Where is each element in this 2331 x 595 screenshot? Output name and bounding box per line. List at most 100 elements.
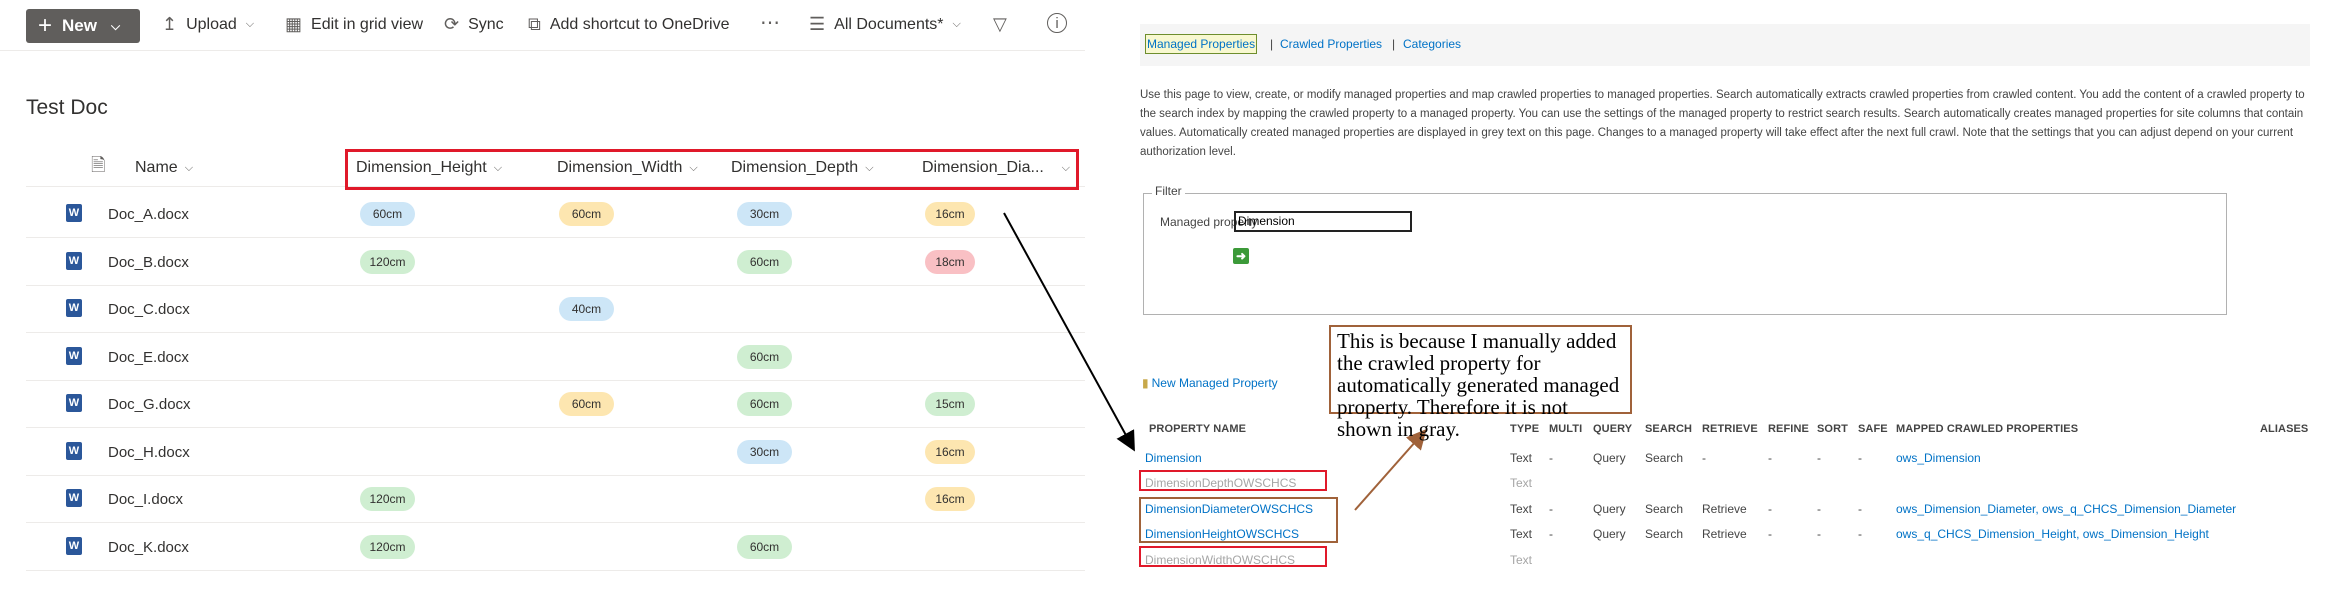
property-type-cell: Text (1510, 502, 1533, 516)
word-file-icon: W (66, 394, 82, 412)
property-type-cell: Text (1510, 527, 1533, 541)
filter-section: Filter Managed property Dimension ➜ (1143, 184, 2227, 315)
property-mapped-cell[interactable]: ows_q_CHCS_Dimension_Height, ows_Dimensi… (1896, 527, 2209, 541)
new-button[interactable]: + New ⌵ (26, 9, 140, 43)
header-safe[interactable]: SAFE (1858, 423, 1888, 435)
file-name[interactable]: Doc_A.docx (108, 206, 189, 223)
tab-categories[interactable]: Categories (1403, 37, 1461, 51)
add-shortcut-label: Add shortcut to OneDrive (549, 15, 730, 33)
upload-label: Upload (186, 15, 237, 33)
property-retrieve-cell: Retrieve (1702, 502, 1747, 516)
header-query[interactable]: QUERY (1593, 423, 1632, 435)
dimension-depth-value: 30cm (737, 202, 792, 226)
filter-icon[interactable]: ▽ (993, 14, 1007, 35)
annotation-callout: This is because I manually added the cra… (1329, 325, 1632, 440)
dimension-depth-value: 30cm (737, 439, 792, 464)
file-name[interactable]: Doc_C.docx (108, 301, 190, 318)
dimension-width-value: 60cm (559, 392, 614, 416)
tab-managed-properties[interactable]: Managed Properties (1145, 34, 1258, 54)
plus-icon: + (38, 12, 53, 39)
property-retrieve-cell: - (1702, 451, 1706, 465)
header-multi[interactable]: MULTI (1549, 423, 1582, 435)
dimension-depth-value: 60cm (737, 249, 792, 274)
view-selector-label: All Documents* (834, 15, 944, 33)
dimension-depth-value: 60cm (737, 344, 792, 369)
chevron-down-icon: ⌵ (184, 161, 194, 174)
highlight-box-red (1139, 546, 1327, 567)
header-retrieve[interactable]: RETRIEVE (1702, 423, 1758, 435)
property-multi-cell: - (1549, 451, 1553, 465)
property-search-cell: Search (1645, 527, 1684, 541)
document-library-panel: + New ⌵ ↥ Upload ⌵ ▦ Edit in grid view ⟳… (0, 0, 1110, 595)
dimension-depth-value: 60cm (737, 392, 792, 416)
header-refine[interactable]: REFINE (1768, 423, 1809, 435)
header-aliases[interactable]: ALIASES (2260, 423, 2308, 435)
header-mapped-crawled-properties[interactable]: MAPPED CRAWLED PROPERTIES (1896, 423, 2078, 435)
managed-property-input[interactable]: Dimension (1234, 211, 1412, 232)
property-name-link[interactable]: Dimension (1145, 451, 1202, 465)
file-name[interactable]: Doc_H.docx (108, 444, 190, 461)
schema-tabs: Managed Properties | Crawled Properties … (1140, 24, 2310, 66)
property-query-cell: Query (1593, 527, 1626, 541)
property-multi-cell: - (1549, 527, 1553, 541)
tab-crawled-properties[interactable]: Crawled Properties (1280, 37, 1382, 51)
go-arrow-icon[interactable]: ➜ (1233, 248, 1249, 264)
file-name[interactable]: Doc_I.docx (108, 491, 183, 508)
edit-grid-view-button[interactable]: ▦ Edit in grid view (285, 14, 423, 35)
dimension-diameter-value: 16cm (925, 439, 975, 464)
tab-separator: | (1392, 37, 1396, 51)
header-property-name[interactable]: PROPERTY NAME (1149, 423, 1246, 435)
column-header-label: Name (135, 159, 178, 176)
info-icon[interactable]: i (1047, 13, 1067, 33)
word-file-icon: W (66, 441, 82, 460)
property-type-cell: Text (1510, 451, 1533, 465)
word-file-icon: W (66, 536, 82, 555)
dimension-diameter-value: 16cm (925, 487, 975, 511)
dimension-diameter-value: 16cm (925, 202, 975, 226)
new-managed-property-link[interactable]: ▮ New Managed Property (1142, 376, 1278, 390)
dimension-diameter-value: 18cm (925, 249, 975, 274)
property-mapped-cell[interactable]: ows_Dimension (1896, 451, 1981, 465)
more-options-icon[interactable]: ⋯ (760, 10, 780, 35)
add-shortcut-button[interactable]: ⧉ Add shortcut to OneDrive (528, 14, 730, 35)
property-type-cell: Text (1510, 476, 1533, 490)
filter-legend: Filter (1152, 184, 1185, 198)
property-safe-cell: - (1858, 502, 1862, 516)
column-header-name[interactable]: Name ⌵ (135, 150, 193, 186)
chevron-down-icon: ⌵ (110, 18, 121, 33)
sync-button[interactable]: ⟳ Sync (444, 14, 504, 35)
file-name[interactable]: Doc_K.docx (108, 539, 189, 556)
file-name[interactable]: Doc_G.docx (108, 396, 191, 413)
file-name[interactable]: Doc_B.docx (108, 254, 189, 271)
dimension-diameter-value: 15cm (925, 392, 975, 416)
dimension-height-value: 120cm (360, 534, 415, 559)
page-description: Use this page to view, create, or modify… (1140, 89, 2305, 158)
property-search-cell: Search (1645, 502, 1684, 516)
header-search[interactable]: SEARCH (1645, 423, 1692, 435)
sync-label: Sync (468, 15, 504, 33)
header-sort[interactable]: SORT (1817, 423, 1848, 435)
upload-icon: ↥ (162, 14, 178, 34)
property-retrieve-cell: Retrieve (1702, 527, 1747, 541)
highlight-box-red (1139, 470, 1327, 491)
new-button-label: New (62, 16, 97, 35)
shortcut-icon: ⧉ (528, 14, 541, 34)
view-selector[interactable]: ☰ All Documents* ⌵ (809, 14, 961, 35)
header-type[interactable]: TYPE (1510, 423, 1539, 435)
word-file-icon: W (66, 346, 82, 365)
dimension-height-value: 120cm (360, 487, 415, 511)
property-safe-cell: - (1858, 451, 1862, 465)
file-name[interactable]: Doc_E.docx (108, 349, 189, 366)
upload-button[interactable]: ↥ Upload ⌵ (162, 14, 254, 35)
dimension-depth-value: 60cm (737, 534, 792, 559)
property-sort-cell: - (1817, 451, 1821, 465)
property-mapped-cell[interactable]: ows_Dimension_Diameter, ows_q_CHCS_Dimen… (1896, 502, 2236, 516)
tab-separator: | (1270, 37, 1274, 51)
file-type-icon[interactable]: 🗎 (91, 150, 107, 186)
chevron-down-icon: ⌵ (952, 18, 961, 30)
word-file-icon: W (66, 489, 82, 507)
chevron-down-icon: ⌵ (245, 18, 255, 30)
property-sort-cell: - (1817, 502, 1821, 516)
search-schema-panel: Managed Properties | Crawled Properties … (1139, 0, 2331, 595)
edit-grid-view-label: Edit in grid view (311, 15, 424, 33)
